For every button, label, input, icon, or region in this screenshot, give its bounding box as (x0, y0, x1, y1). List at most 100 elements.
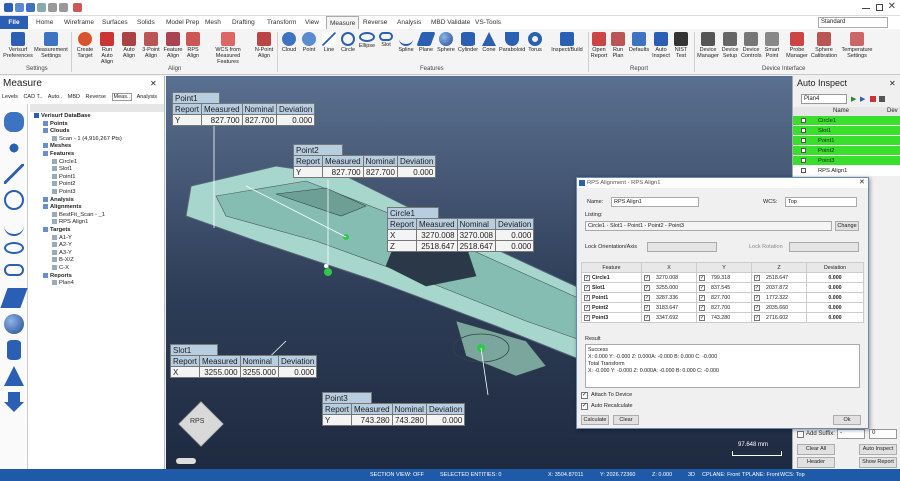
ellipse-tool-icon[interactable] (4, 242, 24, 254)
grid-row[interactable]: ✓ Circle1 ✓ 3270.008 ✓ 799.318 ✓ 2518.647 0.000 (581, 272, 864, 283)
tab-view[interactable]: View (302, 16, 322, 29)
inspect-item[interactable]: Point3 (793, 156, 900, 166)
cone-tool-icon[interactable] (4, 366, 24, 386)
tab-vs-tools[interactable]: VS-Tools (472, 16, 504, 29)
tab-reverse[interactable]: Reverse (86, 94, 106, 100)
measure-icon[interactable] (73, 3, 82, 12)
print-icon[interactable] (37, 3, 46, 12)
arrow-tool-icon[interactable] (4, 392, 24, 412)
tab-home[interactable]: Home (33, 16, 56, 29)
plane-tool-icon[interactable] (0, 288, 28, 308)
workspace-select[interactable]: Standard (818, 17, 888, 28)
auto-align-button[interactable]: Auto Align (118, 32, 140, 64)
tplane-status[interactable]: TPLANE: Front (742, 469, 779, 481)
tree-node[interactable]: Analysis (43, 196, 74, 204)
slot-button[interactable]: Slot (378, 32, 394, 64)
inspect-item[interactable]: Point1 (793, 136, 900, 146)
callout-title[interactable]: Point3 (322, 392, 372, 403)
grid-cell-checkbox[interactable]: ✓ (754, 314, 760, 321)
inspect-item-checkbox[interactable] (801, 137, 806, 143)
auto-inspect-run-button[interactable]: Auto Inspect (859, 444, 897, 455)
lock-orientation-select[interactable] (647, 242, 717, 252)
tree-node[interactable]: C-X (52, 265, 69, 272)
tree-node[interactable]: Point1 (52, 173, 75, 181)
close-icon[interactable]: ✕ (888, 1, 896, 12)
slot-tool-icon[interactable] (4, 264, 24, 276)
grid-cell-checkbox[interactable]: ✓ (699, 294, 705, 301)
inspect-item-checkbox[interactable] (801, 157, 806, 163)
callout-title[interactable]: Point2 (293, 144, 343, 155)
grid-cell-checkbox[interactable]: ✓ (699, 304, 705, 311)
nist-test-button[interactable]: NIST Test (672, 32, 690, 64)
tree-node[interactable]: B-X/Z (52, 257, 74, 264)
temperature-settings-button[interactable]: Temperature Settings (840, 32, 874, 64)
grid-row[interactable]: ✓ Point1 ✓ 3287.336 ✓ 827.700 ✓ 1772.322 0.000 (581, 292, 864, 303)
save-as-icon[interactable] (26, 3, 35, 12)
sphere-calibration-button[interactable]: Sphere Calibration (809, 32, 839, 64)
inspect-item-checkbox[interactable] (801, 167, 806, 173)
tree-node[interactable]: RPS Align1 (52, 219, 88, 226)
wcs-select[interactable]: Top (785, 197, 857, 207)
suffix-number[interactable]: 0 (869, 429, 897, 439)
play-icon[interactable]: ▶ (851, 95, 856, 103)
redo-icon[interactable] (59, 3, 68, 12)
run-auto-align-button[interactable]: Run Auto Align (96, 32, 118, 65)
clear-all-button[interactable]: Clear All (797, 444, 835, 455)
grid-cell[interactable]: ✓ Point2 (581, 302, 642, 313)
grid-cell-checkbox[interactable]: ✓ (754, 274, 760, 281)
inspect-item[interactable]: RPS Align1 (793, 166, 900, 176)
grid-cell-checkbox[interactable]: ✓ (699, 314, 705, 321)
cylinder-tool-icon[interactable] (7, 340, 21, 360)
tree-node[interactable]: Clouds (43, 128, 70, 135)
tree-node[interactable]: Slot1 (52, 166, 72, 173)
n-point-align-button[interactable]: N-Point Align (254, 32, 274, 64)
close-icon[interactable]: ✕ (859, 178, 865, 186)
cloud-tool-icon[interactable] (4, 112, 24, 132)
grid-row-checkbox[interactable]: ✓ (584, 294, 590, 301)
smart-point-button[interactable]: Smart Point (762, 32, 782, 64)
tab-wireframe[interactable]: Wireframe (61, 16, 97, 29)
paraboloid-button[interactable]: Paraboloid (499, 32, 525, 64)
line-tool-icon[interactable] (4, 164, 24, 184)
grid-row-checkbox[interactable]: ✓ (584, 274, 590, 281)
inspect-item[interactable]: Slot1 (793, 126, 900, 136)
calculate-button[interactable]: Calculate (581, 415, 609, 425)
minimize-icon[interactable] (862, 8, 870, 9)
grid-cell-checkbox[interactable]: ✓ (644, 304, 650, 311)
open-report-button[interactable]: Open Report (590, 32, 608, 64)
tab-solids[interactable]: Solids (134, 16, 158, 29)
tree-node[interactable]: Features (43, 151, 74, 158)
grid-cell-checkbox[interactable]: ✓ (644, 314, 650, 321)
tree-node[interactable]: Point3 (52, 189, 75, 196)
sphere-tool-icon[interactable] (4, 314, 24, 334)
callout-title[interactable]: Point1 (172, 92, 220, 103)
rps-align-button[interactable]: RPS Align (184, 32, 202, 64)
attach-device-checkbox[interactable]: ✓ (581, 392, 588, 399)
line-button[interactable]: Line (320, 32, 338, 64)
grid-row[interactable]: ✓ Slot1 ✓ 3255.000 ✓ 837.545 ✓ 2037.872 0.000 (581, 282, 864, 293)
tree-node[interactable]: Scan - 1 (4,916,267 Pts) (52, 135, 122, 143)
clear-button[interactable]: Clear (613, 415, 639, 425)
header-button[interactable]: Header (797, 457, 835, 468)
undo-icon[interactable] (48, 3, 57, 12)
tab-measure[interactable]: Measure (326, 16, 360, 29)
tree-node[interactable]: Verisurf DataBase (34, 113, 91, 120)
grid-row[interactable]: ✓ Point2 ✓ 3183.647 ✓ 827.700 ✓ 2035.660 0.000 (581, 302, 864, 313)
open-icon[interactable] (15, 3, 24, 12)
spline-tool-icon[interactable] (4, 216, 24, 236)
grid-cell[interactable]: ✓ Point1 (581, 292, 642, 303)
wcs-from-measured-button[interactable]: WCS from Measured Features (206, 32, 250, 65)
tree-node[interactable]: Targets (43, 227, 71, 234)
grid-row-checkbox[interactable]: ✓ (584, 284, 590, 291)
device-manager-button[interactable]: Device Manager (697, 32, 719, 64)
view-toggle[interactable] (176, 458, 196, 464)
step-icon[interactable]: ▶ (860, 95, 865, 103)
ok-button[interactable]: Ok (833, 415, 861, 425)
tree-node[interactable]: Meshes (43, 143, 71, 150)
grid-row-checkbox[interactable]: ✓ (584, 314, 590, 321)
create-target-button[interactable]: Create Target (74, 32, 96, 64)
spline-button[interactable]: Spline (396, 32, 416, 64)
grid-cell-checkbox[interactable]: ✓ (754, 304, 760, 311)
close-icon[interactable]: ✕ (889, 79, 896, 88)
cylinder-button[interactable]: Cylinder (457, 32, 479, 64)
